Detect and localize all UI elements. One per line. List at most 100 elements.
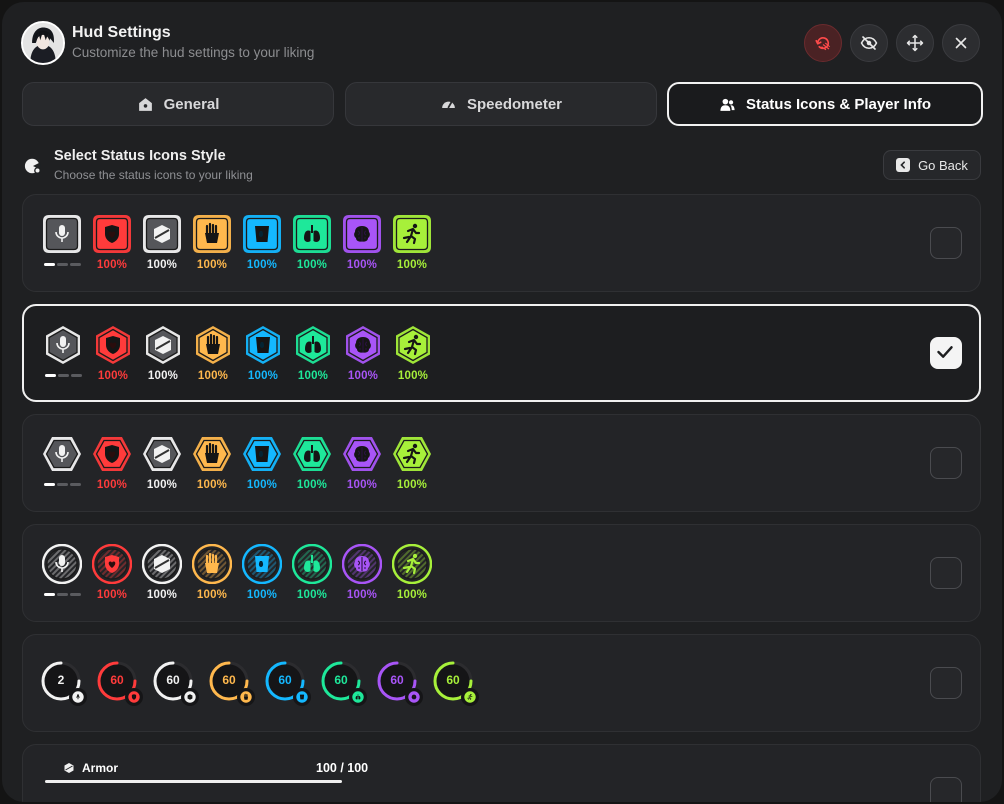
status-percent: 100% xyxy=(246,589,278,601)
status-item-health: 100% xyxy=(92,214,132,271)
brain-icon xyxy=(343,437,381,471)
microphone-icon xyxy=(46,326,80,364)
status-item-stress: 100% xyxy=(343,325,383,382)
status-badge xyxy=(192,214,232,254)
status-badge xyxy=(292,214,332,254)
status-badge xyxy=(342,544,382,584)
status-percent: 100% xyxy=(247,370,279,382)
status-badge xyxy=(42,434,82,474)
voice-range-indicator xyxy=(43,263,81,266)
status-badge xyxy=(92,544,132,584)
status-item-stress: 100% xyxy=(342,214,382,271)
ring-thirst: 60 xyxy=(265,660,311,706)
status-badge xyxy=(392,544,432,584)
fries-icon xyxy=(237,688,255,706)
lungs-icon xyxy=(349,688,367,706)
status-item-armor: 100% xyxy=(142,214,182,271)
status-badge xyxy=(242,544,282,584)
style-card-hexagon-horizontal[interactable]: 100% 100% 100% 100% 100% 100% 100% xyxy=(22,414,981,512)
status-percent: 100% xyxy=(196,589,228,601)
status-badge xyxy=(343,325,383,365)
brain-icon xyxy=(346,326,380,364)
select-checkbox[interactable] xyxy=(930,777,962,802)
status-percent: 100% xyxy=(396,259,428,271)
tab-general[interactable]: General xyxy=(22,82,334,126)
armor-icon xyxy=(143,215,181,253)
status-item-oxygen: 100% xyxy=(292,214,332,271)
status-percent: 100% xyxy=(196,479,228,491)
status-badge xyxy=(292,434,332,474)
status-percent: 100% xyxy=(397,370,429,382)
eye-off-icon xyxy=(860,36,878,50)
status-item-voice xyxy=(42,544,82,601)
select-checkbox[interactable] xyxy=(930,337,962,369)
status-percent: 100% xyxy=(396,589,428,601)
running-icon xyxy=(393,215,431,253)
status-item-stress: 100% xyxy=(342,434,382,491)
style-card-hexagon-vertical[interactable]: 100% 100% 100% 100% 100% 100% 100% xyxy=(22,304,981,402)
status-percent: 100% xyxy=(396,479,428,491)
status-badge xyxy=(293,325,333,365)
running-icon xyxy=(396,326,430,364)
home-icon xyxy=(138,97,152,111)
status-item-stamina: 100% xyxy=(392,434,432,491)
style-card-circle[interactable]: 100% 100% 100% 100% 100% 100% 100% xyxy=(22,524,981,622)
running-icon xyxy=(392,544,432,584)
section-title: Select Status Icons Style xyxy=(54,148,226,164)
status-item-stamina: 100% xyxy=(392,214,432,271)
ring-stress: 60 xyxy=(377,660,423,706)
tab-general-label: General xyxy=(163,95,220,113)
status-badge xyxy=(193,325,233,365)
reset-button[interactable] xyxy=(804,24,842,62)
armor-icon xyxy=(181,688,199,706)
armor-progress-bar xyxy=(45,780,342,783)
status-item-stamina: 100% xyxy=(392,544,432,601)
status-item-thirst: 100% xyxy=(242,214,282,271)
status-item-voice xyxy=(43,325,83,382)
running-icon xyxy=(461,688,479,706)
style-card-square[interactable]: 100% 100% 100% 100% 100% 100% 100% xyxy=(22,194,981,292)
style-card-bar[interactable]: Armor 100 / 100 xyxy=(22,744,981,802)
fries-icon xyxy=(193,437,231,471)
select-checkbox[interactable] xyxy=(930,667,962,699)
status-badge xyxy=(93,325,133,365)
heart-shield-icon xyxy=(93,215,131,253)
select-checkbox[interactable] xyxy=(930,227,962,259)
check-icon xyxy=(937,346,953,358)
status-percent: 100% xyxy=(196,259,228,271)
status-item-armor: 100% xyxy=(142,544,182,601)
cup-icon xyxy=(242,544,282,584)
ring-value: 60 xyxy=(278,673,292,687)
fries-icon xyxy=(196,326,230,364)
select-checkbox[interactable] xyxy=(930,557,962,589)
cup-icon xyxy=(243,437,281,471)
move-button[interactable] xyxy=(896,24,934,62)
tab-speedometer[interactable]: Speedometer xyxy=(345,82,657,126)
tab-speedometer-label: Speedometer xyxy=(466,95,563,113)
hide-hud-button[interactable] xyxy=(850,24,888,62)
status-badge xyxy=(92,434,132,474)
heart-shield-icon xyxy=(92,544,132,584)
ring-health: 60 xyxy=(97,660,143,706)
tab-status-icons[interactable]: Status Icons & Player Info xyxy=(667,82,983,126)
ring-value: 60 xyxy=(446,673,460,687)
armor-bar-label: Armor xyxy=(63,761,118,775)
style-card-ring[interactable]: 2 60 60 60 60 60 60 60 xyxy=(22,634,981,732)
close-button[interactable] xyxy=(942,24,980,62)
status-percent: 100% xyxy=(146,259,178,271)
go-back-button[interactable]: Go Back xyxy=(883,150,981,180)
status-badge xyxy=(393,325,433,365)
brain-icon xyxy=(343,215,381,253)
heart-shield-icon xyxy=(96,326,130,364)
heart-shield-icon xyxy=(125,688,143,706)
chevron-left-icon xyxy=(896,158,911,172)
armor-icon xyxy=(142,544,182,584)
status-percent: 100% xyxy=(96,259,128,271)
lungs-icon xyxy=(293,437,331,471)
ring-hunger: 60 xyxy=(209,660,255,706)
hud-settings-window: Hud Settings Customize the hud settings … xyxy=(2,2,1002,802)
status-badge xyxy=(42,214,82,254)
page-title: Hud Settings xyxy=(72,24,171,41)
select-checkbox[interactable] xyxy=(930,447,962,479)
status-percent: 100% xyxy=(347,370,379,382)
